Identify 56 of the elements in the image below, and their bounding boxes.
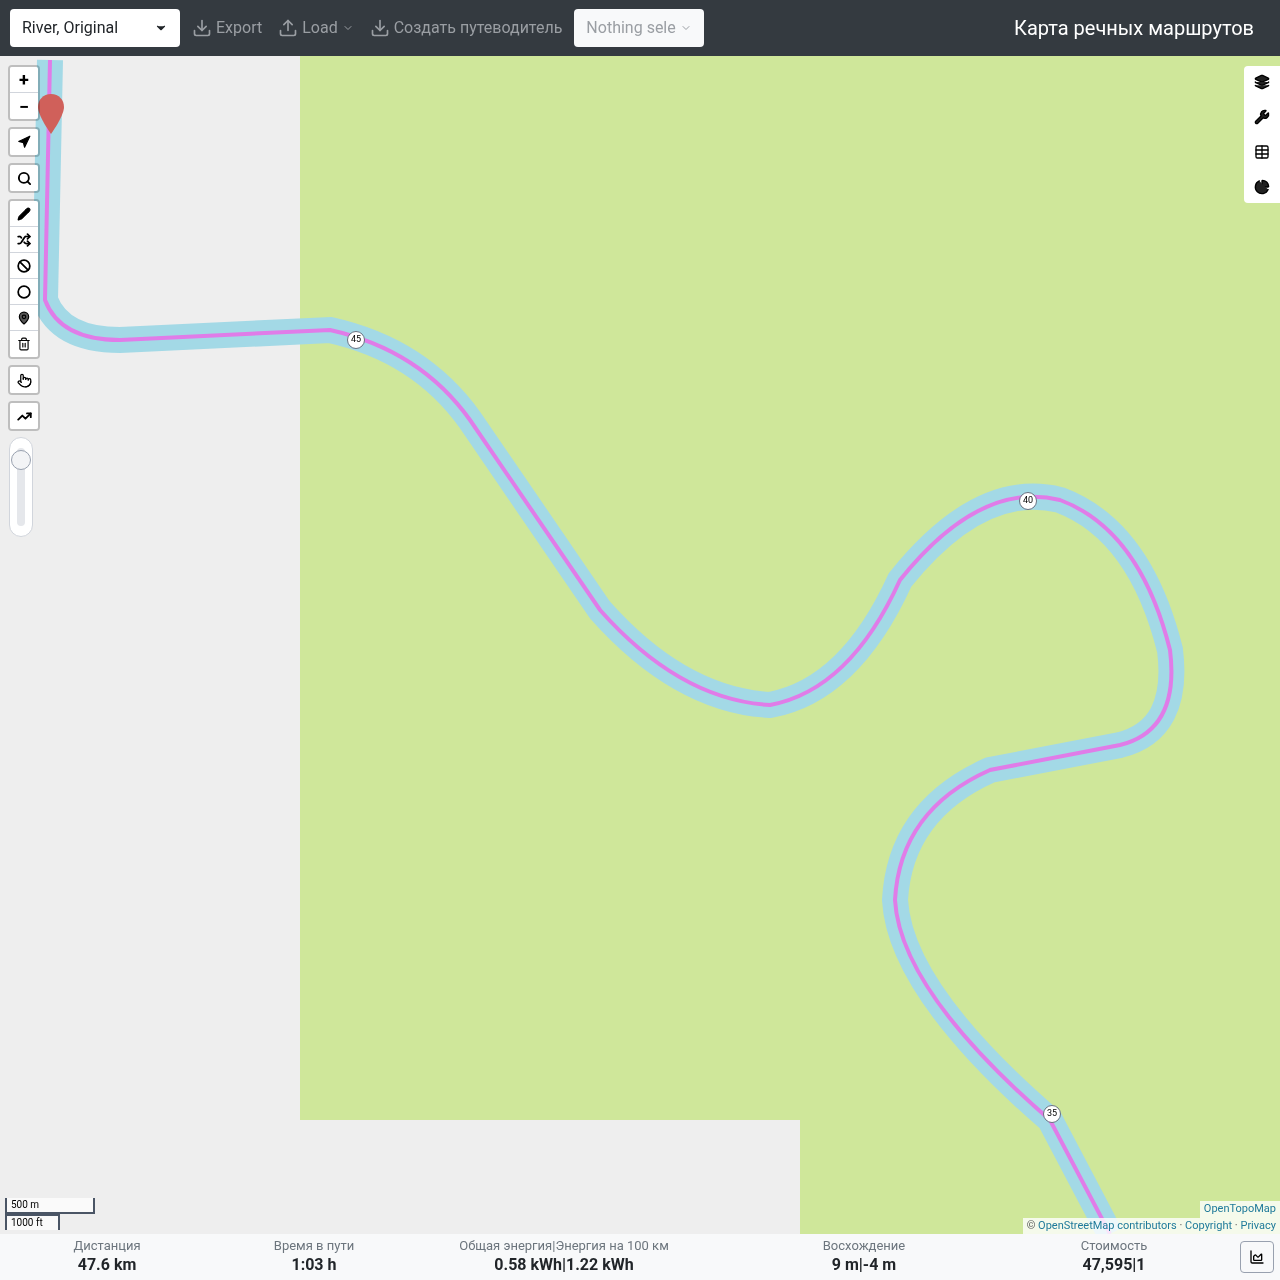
scale-bar: 1000 ft bbox=[5, 1214, 60, 1230]
stat-label: Общая энергия|Энергия на 100 км bbox=[459, 1238, 669, 1254]
pin-icon bbox=[17, 310, 31, 325]
zoom-slider-thumb[interactable] bbox=[11, 449, 31, 470]
layers-icon[interactable] bbox=[1254, 74, 1270, 90]
map-pin-icon bbox=[38, 94, 64, 134]
app-title: Карта речных маршрутов bbox=[1014, 15, 1255, 42]
selection-dropdown[interactable]: Nothing sele bbox=[574, 9, 704, 47]
ban-icon bbox=[17, 258, 31, 273]
pointer-button[interactable] bbox=[10, 367, 38, 393]
zoom-in-button[interactable]: + bbox=[10, 67, 38, 93]
circle-button[interactable] bbox=[10, 279, 38, 305]
stat-value: 0.58 kWh|1.22 kWh bbox=[494, 1254, 634, 1276]
search-icon bbox=[16, 170, 32, 186]
stat-value: 9 m|-4 m bbox=[831, 1254, 897, 1276]
zoom-slider-track[interactable] bbox=[9, 437, 33, 537]
poi-button[interactable] bbox=[10, 305, 38, 331]
wrench-icon[interactable] bbox=[1254, 109, 1270, 125]
stat-label: Стоимость bbox=[1080, 1238, 1148, 1254]
pencil-icon bbox=[17, 206, 31, 221]
reverse-button[interactable] bbox=[10, 227, 38, 253]
locate-icon bbox=[17, 135, 31, 149]
attribution-link[interactable]: OpenStreetMap contributors bbox=[1038, 1218, 1177, 1232]
map-attribution: © OpenStreetMap contributors · Copyright · Privacy bbox=[1022, 1217, 1280, 1234]
zoom-out-button[interactable]: − bbox=[10, 93, 38, 119]
stat-label: Дистанция bbox=[73, 1238, 141, 1254]
stat-label: Восхождение bbox=[822, 1238, 906, 1254]
pie-chart-icon[interactable] bbox=[1254, 179, 1270, 195]
download-icon bbox=[369, 18, 390, 38]
stat-value: 47,595|1 bbox=[1082, 1254, 1146, 1276]
download-icon bbox=[192, 18, 212, 38]
elevation-chart-button[interactable] bbox=[1240, 1241, 1274, 1273]
scale-bar: 500 m bbox=[5, 1198, 95, 1214]
draw-button[interactable] bbox=[10, 201, 38, 227]
stat-value: 47.6 km bbox=[77, 1254, 137, 1276]
attribution-link[interactable]: Privacy bbox=[1240, 1218, 1276, 1232]
delete-route-button[interactable] bbox=[10, 253, 38, 279]
circle-icon bbox=[17, 284, 31, 299]
stat-value: 1:03 h bbox=[291, 1254, 337, 1276]
pointing-hand-icon bbox=[16, 372, 32, 388]
profile-dropdown[interactable]: River, Original bbox=[10, 9, 180, 47]
upload-icon bbox=[278, 18, 299, 38]
trash-icon bbox=[17, 337, 31, 351]
elevation-button[interactable] bbox=[10, 403, 38, 429]
shuffle-icon bbox=[17, 232, 31, 247]
layer-attribution[interactable]: OpenTopoMap bbox=[1199, 1201, 1280, 1218]
table-icon[interactable] bbox=[1254, 144, 1270, 160]
trash-button[interactable] bbox=[10, 331, 38, 357]
attribution-link[interactable]: Copyright bbox=[1185, 1218, 1233, 1232]
search-button[interactable] bbox=[10, 165, 38, 191]
load-button[interactable]: Load bbox=[274, 16, 358, 40]
area-chart-icon bbox=[1249, 1249, 1265, 1265]
export-button[interactable]: Export bbox=[188, 16, 267, 40]
guide-button[interactable]: Создать путеводитель bbox=[365, 16, 567, 40]
locate-button[interactable] bbox=[10, 129, 38, 155]
stat-label: Время в пути bbox=[273, 1238, 355, 1254]
